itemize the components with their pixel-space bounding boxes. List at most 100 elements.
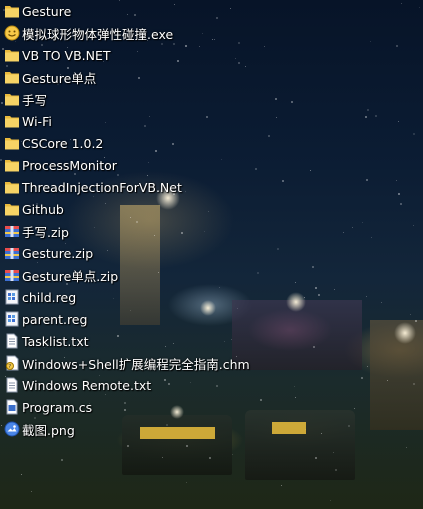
- snowflake: [381, 302, 382, 303]
- snowflake: [305, 429, 306, 430]
- snowflake: [313, 346, 315, 348]
- zip-archive-icon: [4, 267, 20, 283]
- snowflake: [366, 179, 368, 181]
- snowflake: [401, 3, 402, 4]
- snowflake: [410, 314, 411, 315]
- desktop-item-handwriting-folder[interactable]: 手写: [0, 88, 260, 110]
- desktop-item-github-folder[interactable]: Github: [0, 198, 260, 220]
- image-file-icon: [4, 421, 20, 437]
- code-file-icon: [4, 399, 20, 415]
- snowflake: [31, 491, 32, 492]
- zip-archive-icon: [4, 223, 20, 239]
- snowflake: [127, 445, 129, 447]
- desktop-icon-list: Gesture 模拟球形物体弹性碰撞.exe VB TO VB.NET Gest…: [0, 0, 260, 440]
- snowflake: [413, 133, 415, 135]
- desktop-item-wifi-folder[interactable]: Wi-Fi: [0, 110, 260, 132]
- folder-icon: [4, 91, 20, 107]
- snowflake: [232, 454, 233, 455]
- snowflake: [348, 425, 350, 427]
- desktop-item-label: child.reg: [22, 289, 77, 305]
- snowflake: [315, 457, 317, 459]
- street-lamp-glow: [286, 292, 306, 312]
- desktop-item-windows-remote-txt[interactable]: Windows Remote.txt: [0, 374, 260, 396]
- snowflake: [352, 227, 353, 228]
- snowflake: [281, 485, 282, 486]
- desktop-item-label: parent.reg: [22, 311, 88, 327]
- desktop-item-label: CSCore 1.0.2: [22, 135, 104, 151]
- folder-icon: [4, 135, 20, 151]
- desktop-item-label: Wi-Fi: [22, 113, 52, 129]
- desktop-item-program-cs[interactable]: Program.cs: [0, 396, 260, 418]
- folder-icon: [4, 3, 20, 19]
- snowflake: [318, 294, 320, 296]
- snowflake: [406, 447, 407, 448]
- desktop-item-label: 手写.zip: [22, 224, 69, 240]
- desktop-item-tasklist-txt[interactable]: Tasklist.txt: [0, 330, 260, 352]
- snowflake: [333, 452, 334, 453]
- snowflake: [413, 383, 415, 385]
- snowflake: [277, 248, 279, 250]
- desktop-item-child-reg[interactable]: child.reg: [0, 286, 260, 308]
- snowflake: [375, 115, 377, 117]
- snowflake: [310, 170, 311, 171]
- desktop-item-screenshot-png[interactable]: 截图.png: [0, 418, 260, 440]
- snowflake: [371, 237, 372, 238]
- desktop-item-vb-to-vbnet-folder[interactable]: VB TO VB.NET: [0, 44, 260, 66]
- snowflake: [294, 386, 295, 387]
- snowflake: [264, 46, 265, 47]
- snowflake: [370, 41, 371, 42]
- registry-file-icon: [4, 311, 20, 327]
- zip-archive-icon: [4, 245, 20, 261]
- desktop-item-exe[interactable]: 模拟球形物体弹性碰撞.exe: [0, 22, 260, 44]
- desktop-item-gesture-single-zip[interactable]: Gesture单点.zip: [0, 264, 260, 286]
- snowflake: [335, 469, 337, 471]
- snowflake: [21, 474, 22, 475]
- desktop-item-threadinjection-folder[interactable]: ThreadInjectionForVB.Net: [0, 176, 260, 198]
- desktop-item-gesture-folder[interactable]: Gesture: [0, 0, 260, 22]
- snowflake: [61, 459, 63, 461]
- snowflake: [398, 121, 399, 122]
- desktop-item-label: Program.cs: [22, 399, 93, 415]
- background-bus: [245, 410, 355, 480]
- snowflake: [291, 101, 293, 103]
- svg-text:?: ?: [8, 364, 11, 370]
- snowflake: [413, 225, 414, 226]
- desktop-item-label: Gesture单点: [22, 70, 97, 86]
- desktop-item-cscore-folder[interactable]: CSCore 1.0.2: [0, 132, 260, 154]
- snowflake: [295, 282, 296, 283]
- folder-icon: [4, 201, 20, 217]
- desktop-item-gesture-zip[interactable]: Gesture.zip: [0, 242, 260, 264]
- desktop-item-label: Gesture.zip: [22, 245, 94, 261]
- snowflake: [282, 180, 284, 182]
- desktop-item-label: Gesture: [22, 3, 72, 19]
- folder-icon: [4, 179, 20, 195]
- desktop-item-gesture-single-folder[interactable]: Gesture单点: [0, 66, 260, 88]
- snowflake: [330, 500, 331, 501]
- snowflake: [365, 116, 367, 118]
- snowflake: [304, 297, 305, 298]
- snowflake: [276, 117, 277, 118]
- desktop-item-label: 手写: [22, 92, 48, 108]
- snowflake: [343, 232, 344, 233]
- snowflake: [186, 482, 187, 483]
- snowflake: [366, 296, 367, 297]
- desktop-item-label: Gesture单点.zip: [22, 268, 119, 284]
- snowflake: [415, 320, 417, 322]
- desktop-item-handwriting-zip[interactable]: 手写.zip: [0, 220, 260, 242]
- desktop-item-shell-chm[interactable]: ? Windows+Shell扩展编程完全指南.chm: [0, 352, 260, 374]
- desktop-item-label: VB TO VB.NET: [22, 47, 111, 63]
- folder-icon: [4, 69, 20, 85]
- snowflake: [396, 180, 397, 181]
- desktop-item-parent-reg[interactable]: parent.reg: [0, 308, 260, 330]
- snowflake: [209, 457, 211, 459]
- snowflake: [398, 193, 400, 195]
- desktop-item-processmonitor-folder[interactable]: ProcessMonitor: [0, 154, 260, 176]
- folder-icon: [4, 157, 20, 173]
- registry-file-icon: [4, 289, 20, 305]
- desktop-item-label: ThreadInjectionForVB.Net: [22, 179, 182, 195]
- snowflake: [367, 366, 368, 367]
- background-bus-sign: [272, 422, 306, 434]
- snowflake: [334, 289, 335, 290]
- street-lamp-glow: [394, 322, 416, 344]
- desktop-item-label: 截图.png: [22, 422, 75, 438]
